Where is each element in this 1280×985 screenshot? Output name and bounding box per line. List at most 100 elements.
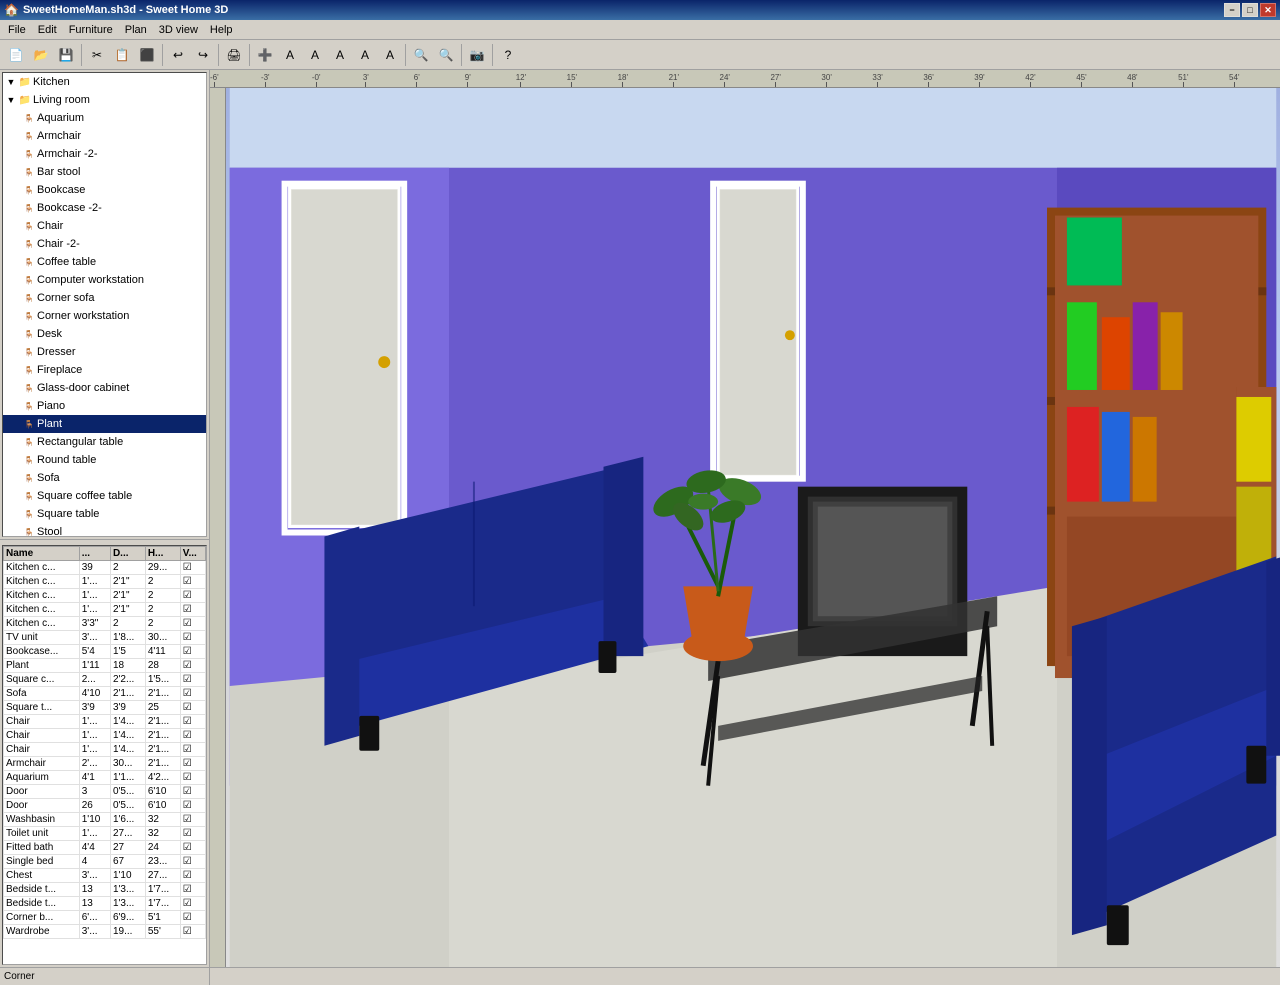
menu-item-furniture[interactable]: Furniture xyxy=(63,22,119,38)
table-row[interactable]: Bedside t...131'3...1'7...☑ xyxy=(4,897,206,911)
tree-item-dresser[interactable]: 🪑Dresser xyxy=(3,343,206,361)
table-row[interactable]: Bedside t...131'3...1'7...☑ xyxy=(4,883,206,897)
tree-item-fireplace[interactable]: 🪑Fireplace xyxy=(3,361,206,379)
tree-item-piano[interactable]: 🪑Piano xyxy=(3,397,206,415)
table-row[interactable]: TV unit3'...1'8...30...☑ xyxy=(4,631,206,645)
table-row[interactable]: Kitchen c...3'3"22☑ xyxy=(4,617,206,631)
table-row[interactable]: Plant1'111828☑ xyxy=(4,659,206,673)
table-row[interactable]: Chest3'...1'1027...☑ xyxy=(4,869,206,883)
table-row[interactable]: Kitchen c...39229...☑ xyxy=(4,561,206,575)
toolbar-button[interactable]: ↩ xyxy=(166,43,190,67)
toolbar-separator xyxy=(492,44,493,66)
tree-item-bookcase[interactable]: 🪑Bookcase xyxy=(3,181,206,199)
toolbar-button[interactable]: ⬛ xyxy=(135,43,159,67)
table-row[interactable]: Kitchen c...1'...2'1"2☑ xyxy=(4,603,206,617)
tree-item-kitchen[interactable]: ▼📁Kitchen xyxy=(3,73,206,91)
tree-item-armchair[interactable]: 🪑Armchair xyxy=(3,127,206,145)
tree-item-armchair--2-[interactable]: 🪑Armchair -2- xyxy=(3,145,206,163)
table-row[interactable]: Kitchen c...1'...2'1"2☑ xyxy=(4,589,206,603)
toolbar-button[interactable]: A xyxy=(303,43,327,67)
toolbar-button[interactable]: ↪ xyxy=(191,43,215,67)
table-column-header[interactable]: Name xyxy=(4,547,80,561)
tree-item-chair--2-[interactable]: 🪑Chair -2- xyxy=(3,235,206,253)
table-column-header[interactable]: ... xyxy=(79,547,110,561)
table-row[interactable]: Armchair2'...30...2'1...☑ xyxy=(4,757,206,771)
minimize-button[interactable]: − xyxy=(1224,3,1240,17)
tree-item-aquarium[interactable]: 🪑Aquarium xyxy=(3,109,206,127)
toolbar-button[interactable]: A xyxy=(378,43,402,67)
data-table-container[interactable]: Name...D...H...V... Kitchen c...39229...… xyxy=(2,545,207,965)
maximize-button[interactable]: □ xyxy=(1242,3,1258,17)
tree-item-square-table[interactable]: 🪑Square table xyxy=(3,505,206,523)
3d-view[interactable]: -6'-3'-0'3'6'9'12'15'18'21'24'27'30'33'3… xyxy=(210,70,1280,985)
tree-item-living-room[interactable]: ▼📁Living room xyxy=(3,91,206,109)
table-row[interactable]: Fitted bath4'42724☑ xyxy=(4,841,206,855)
tree-item-bookcase--2-[interactable]: 🪑Bookcase -2- xyxy=(3,199,206,217)
table-row[interactable]: Sofa4'102'1...2'1...☑ xyxy=(4,687,206,701)
table-row[interactable]: Chair1'...1'4...2'1...☑ xyxy=(4,729,206,743)
table-row[interactable]: Aquarium4'11'1...4'2...☑ xyxy=(4,771,206,785)
table-cell: ☑ xyxy=(180,827,205,841)
panel-resize-handle[interactable] xyxy=(0,539,209,543)
toolbar-button[interactable]: 💾 xyxy=(54,43,78,67)
ruler-tick xyxy=(622,82,623,87)
table-column-header[interactable]: V... xyxy=(180,547,205,561)
tree-item-computer-workstation[interactable]: 🪑Computer workstation xyxy=(3,271,206,289)
table-row[interactable]: Kitchen c...1'...2'1"2☑ xyxy=(4,575,206,589)
toolbar-button[interactable]: 📋 xyxy=(110,43,134,67)
close-button[interactable]: ✕ xyxy=(1260,3,1276,17)
tree-item-bar-stool[interactable]: 🪑Bar stool xyxy=(3,163,206,181)
menu-item-file[interactable]: File xyxy=(2,22,32,38)
expand-icon[interactable]: ▼ xyxy=(5,94,17,106)
tree-view[interactable]: ▼📁Kitchen▼📁Living room🪑Aquarium🪑Armchair… xyxy=(2,72,207,537)
tree-item-rectangular-table[interactable]: 🪑Rectangular table xyxy=(3,433,206,451)
toolbar-button[interactable]: ➕ xyxy=(253,43,277,67)
ruler-mark: 15' xyxy=(567,73,577,87)
toolbar-button[interactable]: ? xyxy=(496,43,520,67)
titlebar-controls[interactable]: − □ ✕ xyxy=(1224,3,1276,17)
tree-item-square-coffee-table[interactable]: 🪑Square coffee table xyxy=(3,487,206,505)
tree-item-plant[interactable]: 🪑Plant xyxy=(3,415,206,433)
tree-item-stool[interactable]: 🪑Stool xyxy=(3,523,206,537)
table-row[interactable]: Door260'5...6'10☑ xyxy=(4,799,206,813)
expand-icon[interactable]: ▼ xyxy=(5,76,17,88)
table-row[interactable]: Single bed46723...☑ xyxy=(4,855,206,869)
ruler-mark: 51' xyxy=(1178,73,1188,87)
table-row[interactable]: Door30'5...6'10☑ xyxy=(4,785,206,799)
toolbar-button[interactable]: 🔍 xyxy=(434,43,458,67)
toolbar-button[interactable]: 🔍 xyxy=(409,43,433,67)
tree-item-corner-sofa[interactable]: 🪑Corner sofa xyxy=(3,289,206,307)
table-row[interactable]: Square c...2...2'2...1'5...☑ xyxy=(4,673,206,687)
toolbar-button[interactable]: A xyxy=(328,43,352,67)
tree-item-round-table[interactable]: 🪑Round table xyxy=(3,451,206,469)
table-row[interactable]: Toilet unit1'...27...32☑ xyxy=(4,827,206,841)
menu-item-3d-view[interactable]: 3D view xyxy=(153,22,204,38)
table-row[interactable]: Chair1'...1'4...2'1...☑ xyxy=(4,743,206,757)
toolbar-button[interactable]: 📄 xyxy=(4,43,28,67)
tree-item-coffee-table[interactable]: 🪑Coffee table xyxy=(3,253,206,271)
tree-item-corner-workstation[interactable]: 🪑Corner workstation xyxy=(3,307,206,325)
toolbar-button[interactable]: ✂ xyxy=(85,43,109,67)
menu-item-plan[interactable]: Plan xyxy=(119,22,153,38)
toolbar-button[interactable]: 🖨 xyxy=(222,43,246,67)
ruler-mark: 27' xyxy=(770,73,780,87)
table-row[interactable]: Wardrobe3'...19...55'☑ xyxy=(4,925,206,939)
toolbar-button[interactable]: A xyxy=(278,43,302,67)
toolbar-button[interactable]: A xyxy=(353,43,377,67)
table-row[interactable]: Square t...3'93'925☑ xyxy=(4,701,206,715)
tree-item-glass-door-cabinet[interactable]: 🪑Glass-door cabinet xyxy=(3,379,206,397)
toolbar-button[interactable]: 📂 xyxy=(29,43,53,67)
toolbar-button[interactable]: 📷 xyxy=(465,43,489,67)
menu-item-help[interactable]: Help xyxy=(204,22,239,38)
table-row[interactable]: Corner b...6'...6'9...5'1☑ xyxy=(4,911,206,925)
table-column-header[interactable]: H... xyxy=(145,547,180,561)
tree-item-chair[interactable]: 🪑Chair xyxy=(3,217,206,235)
table-row[interactable]: Washbasin1'101'6...32☑ xyxy=(4,813,206,827)
table-row[interactable]: Chair1'...1'4...2'1...☑ xyxy=(4,715,206,729)
table-cell: ☑ xyxy=(180,771,205,785)
table-column-header[interactable]: D... xyxy=(110,547,145,561)
tree-item-desk[interactable]: 🪑Desk xyxy=(3,325,206,343)
menu-item-edit[interactable]: Edit xyxy=(32,22,63,38)
table-row[interactable]: Bookcase...5'41'54'11☑ xyxy=(4,645,206,659)
tree-item-sofa[interactable]: 🪑Sofa xyxy=(3,469,206,487)
